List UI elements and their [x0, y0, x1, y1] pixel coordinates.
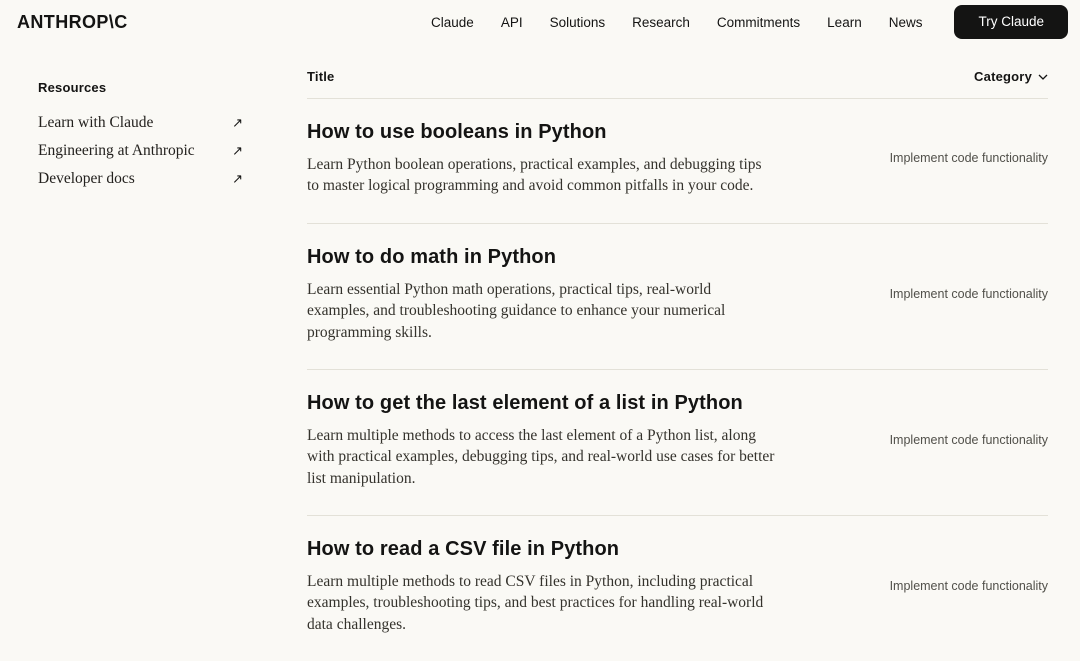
page-content: Resources Learn with Claude ↗ Engineerin… [0, 44, 1080, 661]
sidebar-item-label: Learn with Claude [38, 114, 154, 131]
list-header: Title Category [307, 44, 1048, 99]
nav-item-solutions[interactable]: Solutions [550, 15, 606, 30]
nav-item-commitments[interactable]: Commitments [717, 15, 800, 30]
resource-list: Title Category How to use booleans in Py… [307, 44, 1048, 661]
external-link-arrow-icon: ↗ [232, 171, 243, 187]
sidebar-item-learn-with-claude[interactable]: Learn with Claude ↗ [38, 109, 243, 137]
article-description: Learn multiple methods to read CSV files… [307, 573, 764, 633]
sidebar-item-label: Engineering at Anthropic [38, 142, 195, 159]
nav-item-research[interactable]: Research [632, 15, 690, 30]
article-description: Learn essential Python math operations, … [307, 280, 726, 341]
article-title[interactable]: How to do math in Python [307, 245, 777, 270]
chevron-down-icon [1038, 74, 1048, 80]
article-title[interactable]: How to use booleans in Python [307, 120, 777, 145]
sidebar-item-developer-docs[interactable]: Developer docs ↗ [38, 165, 243, 193]
article-category: Implement code functionality [889, 151, 1048, 166]
category-column-header: Category [974, 69, 1032, 84]
article-title[interactable]: How to read a CSV file in Python [307, 537, 777, 562]
try-claude-button[interactable]: Try Claude [954, 5, 1068, 39]
nav-item-api[interactable]: API [501, 15, 523, 30]
sidebar: Resources Learn with Claude ↗ Engineerin… [38, 44, 243, 661]
external-link-arrow-icon: ↗ [232, 143, 243, 159]
article-row: How to use booleans in Python Learn Pyth… [307, 99, 1048, 224]
article-link[interactable]: How to get the last element of a list in… [307, 391, 777, 489]
nav-item-claude[interactable]: Claude [431, 15, 474, 30]
sidebar-item-engineering-at-anthropic[interactable]: Engineering at Anthropic ↗ [38, 137, 243, 165]
article-category: Implement code functionality [889, 579, 1048, 594]
article-category: Implement code functionality [889, 432, 1048, 447]
article-description: Learn multiple methods to access the las… [307, 426, 775, 487]
nav-item-news[interactable]: News [889, 15, 923, 30]
external-link-arrow-icon: ↗ [232, 115, 243, 131]
article-link[interactable]: How to read a CSV file in Python Learn m… [307, 537, 777, 635]
main-nav: Claude API Solutions Research Commitment… [431, 15, 922, 30]
category-filter-dropdown[interactable]: Category [974, 69, 1048, 84]
article-category: Implement code functionality [889, 286, 1048, 301]
article-description: Learn Python boolean operations, practic… [307, 156, 762, 195]
title-column-header: Title [307, 69, 335, 84]
article-row: How to do math in Python Learn essential… [307, 224, 1048, 370]
anthropic-logo[interactable]: ANTHROP\C [17, 12, 128, 33]
article-title[interactable]: How to get the last element of a list in… [307, 391, 777, 416]
sidebar-heading: Resources [38, 80, 107, 95]
nav-item-learn[interactable]: Learn [827, 15, 862, 30]
sidebar-item-label: Developer docs [38, 170, 135, 187]
article-row: How to read a CSV file in Python Learn m… [307, 516, 1048, 661]
article-link[interactable]: How to do math in Python Learn essential… [307, 245, 777, 343]
site-header: ANTHROP\C Claude API Solutions Research … [0, 0, 1080, 44]
article-link[interactable]: How to use booleans in Python Learn Pyth… [307, 120, 777, 197]
article-row: How to get the last element of a list in… [307, 370, 1048, 516]
